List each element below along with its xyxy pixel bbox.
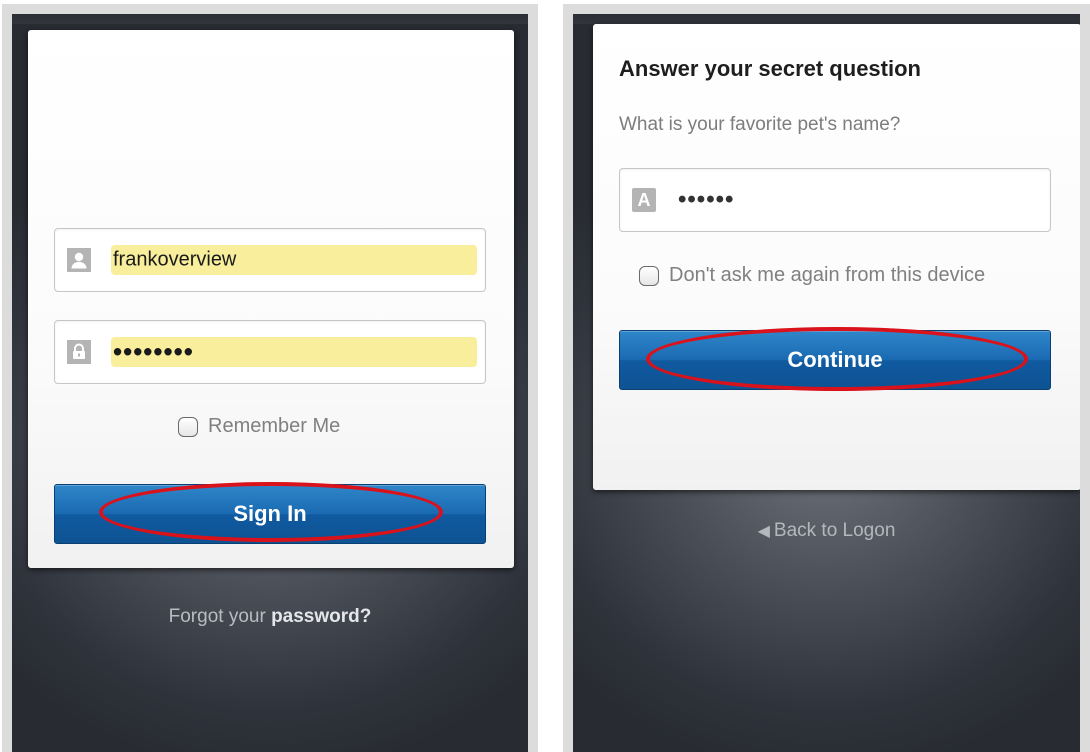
secret-question-card: Answer your secret question What is your… xyxy=(593,24,1080,490)
forgot-password-link[interactable]: Forgot your password? xyxy=(12,606,528,628)
username-field[interactable]: frankoverview xyxy=(54,228,486,292)
dont-ask-again-label: Don't ask me again from this device xyxy=(669,264,986,286)
username-value: frankoverview xyxy=(113,248,237,271)
forgot-link-text[interactable]: password? xyxy=(271,606,371,627)
user-icon xyxy=(67,248,91,272)
password-value: •••••••• xyxy=(113,336,194,367)
forgot-prefix: Forgot your xyxy=(168,606,272,627)
remember-me-label: Remember Me xyxy=(208,415,341,437)
text-a-icon: A xyxy=(632,188,656,212)
back-to-logon-label[interactable]: Back to Logon xyxy=(774,520,895,541)
secret-question-screen: Answer your secret question What is your… xyxy=(563,4,1090,752)
answer-field[interactable]: A •••••• xyxy=(619,168,1051,232)
back-to-logon-link[interactable]: ◀ Back to Logon xyxy=(573,520,1080,542)
password-field[interactable]: •••••••• xyxy=(54,320,486,384)
remember-me-checkbox[interactable] xyxy=(178,416,198,437)
page-title: Answer your secret question xyxy=(619,56,921,81)
continue-label: Continue xyxy=(787,347,883,372)
lock-icon xyxy=(67,340,91,364)
answer-value: •••••• xyxy=(678,186,735,213)
arrow-left-icon: ◀ xyxy=(757,523,770,540)
continue-button[interactable]: Continue xyxy=(619,327,1051,391)
dont-ask-again-row[interactable]: Don't ask me again from this device xyxy=(639,264,985,287)
login-screen: frankoverview •••••••• Remember Me Sign … xyxy=(2,4,538,752)
login-card: frankoverview •••••••• Remember Me Sign … xyxy=(28,30,514,568)
sign-in-label: Sign In xyxy=(233,501,307,526)
secret-question-text: What is your favorite pet's name? xyxy=(619,114,901,135)
dont-ask-again-checkbox[interactable] xyxy=(639,265,659,286)
remember-me-row[interactable]: Remember Me xyxy=(178,415,340,438)
sign-in-button[interactable]: Sign In xyxy=(54,482,486,544)
